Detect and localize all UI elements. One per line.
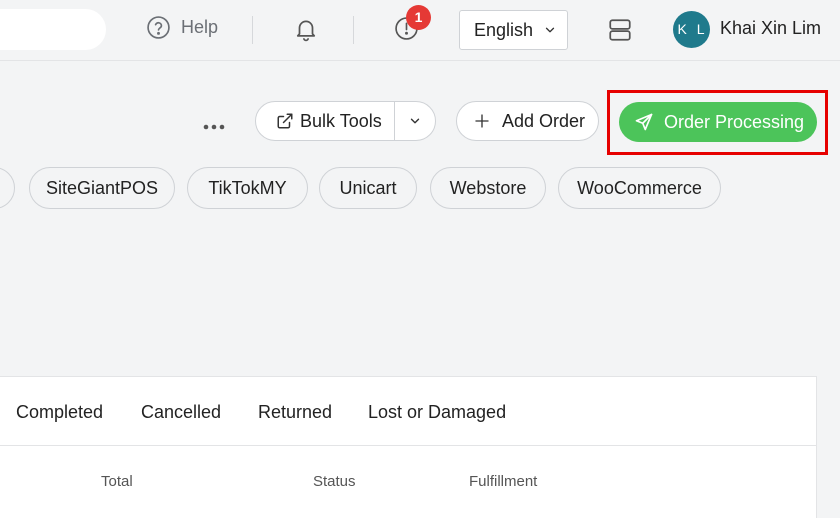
chevron-down-icon: [410, 118, 420, 124]
help-label: Help: [181, 17, 219, 37]
help-icon: [147, 16, 170, 39]
divider: [353, 16, 354, 44]
notifications-button[interactable]: [293, 16, 319, 47]
channel-chip-label: Webstore: [449, 177, 527, 198]
chevron-down-icon: [545, 27, 555, 33]
orders-panel: [0, 376, 817, 518]
external-link-icon: [277, 113, 293, 129]
order-processing-button[interactable]: Order Processing: [619, 102, 817, 142]
channel-chip-label: TikTokMY: [208, 177, 287, 198]
channel-chip-label: SiteGiantPOS: [45, 177, 159, 198]
more-button[interactable]: [203, 118, 225, 136]
channel-chip-partial[interactable]: [0, 167, 15, 209]
tab-cancelled[interactable]: Cancelled: [141, 402, 221, 423]
help-link[interactable]: Help: [146, 15, 218, 40]
server-icon: [609, 19, 631, 41]
tab-returned[interactable]: Returned: [258, 402, 332, 423]
column-header-total[interactable]: Total: [101, 473, 133, 490]
add-order-button[interactable]: Add Order: [456, 101, 599, 141]
bell-icon: [296, 20, 316, 42]
more-horizontal-icon: [203, 124, 225, 130]
bulk-tools-button[interactable]: Bulk Tools: [255, 101, 436, 141]
language-label: English: [474, 19, 534, 40]
plus-icon: [475, 114, 489, 128]
tab-completed[interactable]: Completed: [16, 402, 103, 423]
apps-button[interactable]: [607, 17, 633, 48]
column-header-status[interactable]: Status: [313, 473, 356, 490]
user-name[interactable]: Khai Xin Lim: [720, 18, 821, 39]
channel-chip-label: Unicart: [339, 177, 397, 198]
channel-chip[interactable]: TikTokMY: [187, 167, 308, 209]
channel-chip[interactable]: SiteGiantPOS: [29, 167, 175, 209]
tab-lost-or-damaged[interactable]: Lost or Damaged: [368, 402, 506, 423]
column-header-fulfillment[interactable]: Fulfillment: [469, 473, 537, 490]
search-input[interactable]: [0, 9, 106, 50]
notification-badge: 1: [406, 5, 431, 30]
order-processing-label: Order Processing: [664, 111, 805, 132]
bulk-tools-dropdown[interactable]: [395, 114, 435, 128]
bulk-tools-label: Bulk Tools: [300, 110, 382, 131]
top-header: Help 1 English K L Khai Xin Lim: [0, 0, 840, 61]
add-order-label: Add Order: [502, 110, 586, 131]
avatar[interactable]: K L: [673, 11, 710, 48]
channel-chip[interactable]: Webstore: [430, 167, 546, 209]
channel-chip-label: WooCommerce: [577, 177, 702, 198]
divider: [0, 445, 817, 446]
bulk-tools-main[interactable]: Bulk Tools: [256, 102, 395, 140]
send-icon: [635, 113, 653, 131]
divider: [252, 16, 253, 44]
language-select[interactable]: English: [459, 10, 568, 50]
channel-chip[interactable]: WooCommerce: [558, 167, 721, 209]
channel-chip[interactable]: Unicart: [319, 167, 417, 209]
